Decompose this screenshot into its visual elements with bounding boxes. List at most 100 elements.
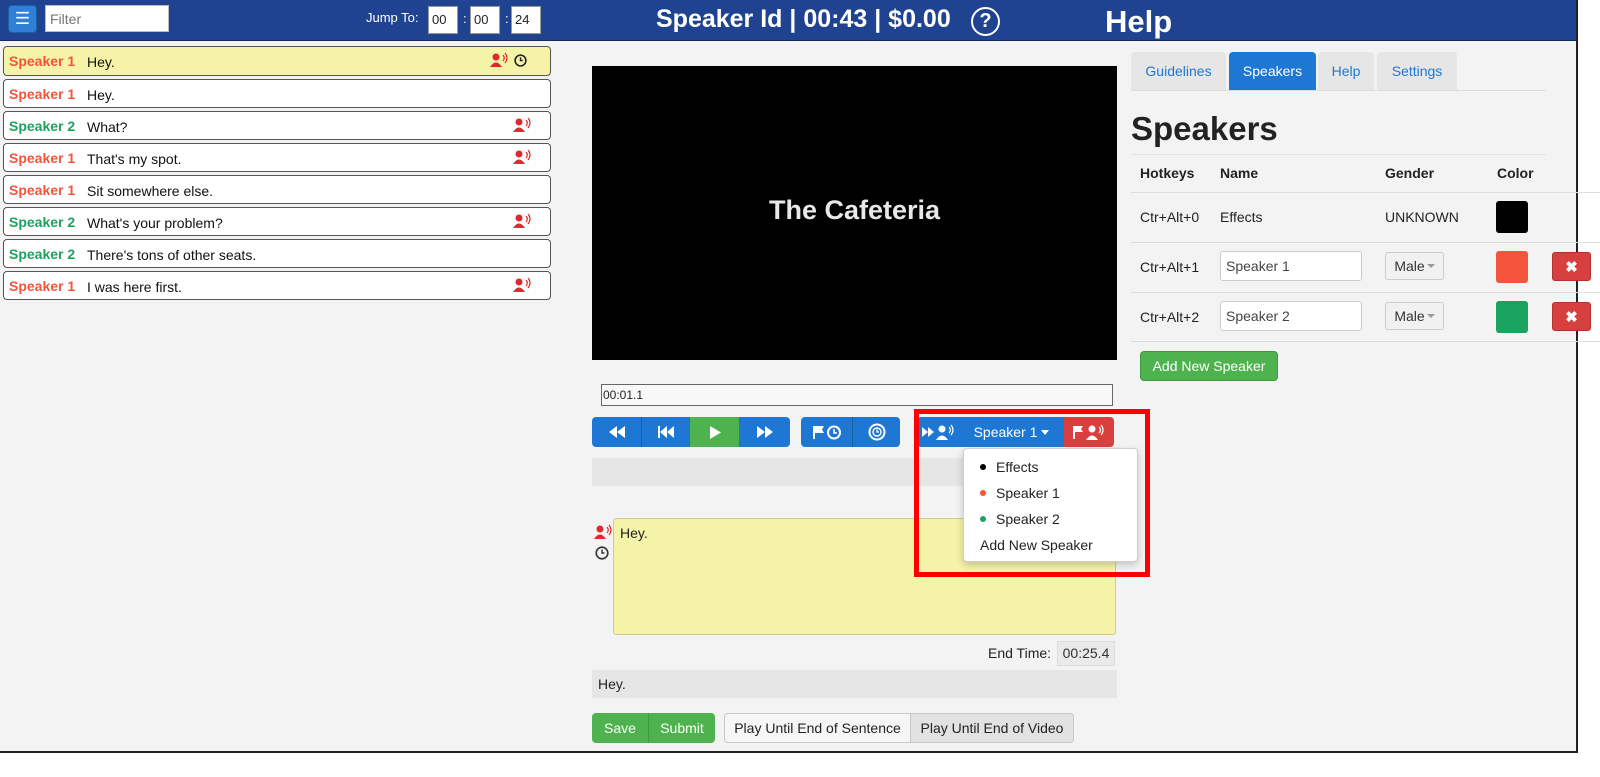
speaker-change-icon — [513, 277, 531, 296]
transcript-segment[interactable]: Speaker 1 Sit somewhere else. — [3, 175, 551, 204]
segment-speaker: Speaker 1 — [9, 182, 76, 198]
delete-speaker-button[interactable]: ✖ — [1552, 302, 1591, 331]
row-divider — [1131, 292, 1600, 293]
segment-speaker: Speaker 2 — [9, 246, 76, 262]
column-header-color: Color — [1497, 165, 1534, 181]
tab-speakers[interactable]: Speakers — [1229, 52, 1316, 90]
filter-input[interactable] — [45, 5, 169, 32]
caret-down-icon — [1426, 314, 1435, 318]
segment-text: What? — [87, 119, 128, 135]
transcript-list: Speaker 1 Hey. Speaker 1 Hey. Speaker 2 What?… — [3, 46, 551, 303]
panel-heading: Speakers — [1131, 110, 1278, 147]
speaker-name-cell: Effects — [1220, 209, 1263, 225]
segment-speaker: Speaker 2 — [9, 214, 76, 230]
video-player[interactable]: The Cafeteria — [592, 66, 1117, 360]
color-swatch[interactable] — [1496, 301, 1528, 333]
menu-button[interactable]: ☰ — [8, 5, 37, 33]
tab-settings[interactable]: Settings — [1377, 52, 1457, 90]
speaker-icon[interactable] — [594, 524, 612, 540]
current-time-field[interactable]: 00:01.1 — [601, 384, 1113, 406]
add-new-speaker-button[interactable]: Add New Speaker — [1140, 351, 1278, 381]
play-until-end-of-video-button[interactable]: Play Until End of Video — [911, 713, 1074, 743]
highlight-box — [914, 409, 1150, 577]
top-bar: ☰ Jump To: 00 : 00 : 24 Speaker Id | 00:… — [0, 0, 1576, 41]
transcript-segment[interactable]: Speaker 1 That's my spot. — [3, 143, 551, 172]
speaker-change-icon — [490, 52, 508, 71]
play-until-end-of-sentence-button[interactable]: Play Until End of Sentence — [724, 713, 911, 743]
hotkey-cell: Ctr+Alt+2 — [1140, 309, 1200, 325]
save-button[interactable]: Save — [592, 713, 648, 743]
segment-text: That's my spot. — [87, 151, 182, 167]
close-icon: ✖ — [1565, 258, 1578, 276]
row-divider — [1131, 192, 1600, 193]
help-link[interactable]: Help — [1105, 4, 1172, 40]
row-divider — [1131, 341, 1600, 342]
jump-separator: : — [505, 11, 509, 26]
transcript-segment[interactable]: Speaker 1 Hey. — [3, 79, 551, 108]
color-swatch[interactable] — [1496, 201, 1528, 233]
segment-speaker: Speaker 1 — [9, 53, 76, 69]
submit-button[interactable]: Submit — [648, 713, 715, 743]
gender-select[interactable]: Male — [1385, 302, 1444, 330]
segment-speaker: Speaker 1 — [9, 150, 76, 166]
transcript-segment[interactable]: Speaker 2 There's tons of other seats. — [3, 239, 551, 268]
caret-down-icon — [1426, 264, 1435, 268]
transcript-segment[interactable]: Speaker 1 Hey. — [3, 46, 551, 76]
segment-speaker: Speaker 1 — [9, 86, 76, 102]
segment-speaker: Speaker 2 — [9, 118, 76, 134]
previous-segment-button[interactable] — [641, 417, 690, 447]
gender-value: Male — [1394, 308, 1425, 324]
flag-clock-icon — [812, 425, 841, 439]
speaker-name-input[interactable]: Speaker 2 — [1220, 301, 1362, 331]
jump-to-label: Jump To: — [366, 10, 419, 25]
end-time-label: End Time: — [988, 645, 1052, 661]
clock-icon[interactable] — [595, 546, 609, 560]
text-preview: Hey. — [592, 670, 1117, 698]
question-icon[interactable]: ? — [971, 7, 1000, 36]
clock-icon — [868, 423, 885, 441]
fast-forward-button[interactable] — [739, 417, 790, 447]
rewind-icon — [608, 426, 625, 438]
rewind-button[interactable] — [592, 417, 641, 447]
segment-text: What's your problem? — [87, 215, 223, 231]
tab-help[interactable]: Help — [1318, 52, 1374, 90]
clock-icon — [514, 54, 527, 70]
page-title: Speaker Id | 00:43 | $0.00 — [656, 5, 951, 33]
row-divider — [1131, 242, 1600, 243]
heading-divider — [1131, 154, 1546, 155]
close-icon: ✖ — [1565, 308, 1578, 326]
gender-select[interactable]: Male — [1385, 252, 1444, 280]
jump-seconds-input[interactable]: 24 — [511, 6, 541, 34]
skip-back-icon — [658, 426, 674, 438]
delete-speaker-button[interactable]: ✖ — [1552, 252, 1591, 281]
end-time-field[interactable]: 00:25.4 — [1057, 641, 1115, 666]
column-header-name: Name — [1220, 165, 1259, 181]
color-swatch[interactable] — [1496, 251, 1528, 283]
play-button[interactable] — [690, 417, 739, 447]
play-icon — [709, 425, 721, 439]
segment-text: Sit somewhere else. — [87, 183, 214, 199]
segment-text: I was here first. — [87, 279, 182, 295]
timestamp-button[interactable] — [852, 417, 900, 447]
transcript-segment[interactable]: Speaker 2 What's your problem? — [3, 207, 551, 236]
hotkey-cell: Ctr+Alt+0 — [1140, 209, 1200, 225]
transcript-segment[interactable]: Speaker 1 I was here first. — [3, 271, 551, 300]
jump-minutes-input[interactable]: 00 — [470, 6, 500, 34]
jump-separator: : — [463, 11, 467, 26]
gender-cell: UNKNOWN — [1385, 209, 1459, 225]
tab-divider — [1131, 90, 1546, 91]
column-header-gender: Gender — [1385, 165, 1435, 181]
mark-start-button[interactable] — [801, 417, 852, 447]
gender-value: Male — [1394, 258, 1425, 274]
segment-text: There's tons of other seats. — [87, 247, 257, 263]
transcript-segment[interactable]: Speaker 2 What? — [3, 111, 551, 140]
tab-guidelines[interactable]: Guidelines — [1131, 52, 1226, 90]
app-frame: ☰ Jump To: 00 : 00 : 24 Speaker Id | 00:… — [0, 0, 1600, 753]
jump-hours-input[interactable]: 00 — [428, 6, 458, 34]
segment-text: Hey. — [87, 54, 115, 70]
speaker-change-icon — [513, 117, 531, 136]
video-title-card: The Cafeteria — [768, 195, 941, 225]
speaker-name-input[interactable]: Speaker 1 — [1220, 251, 1362, 281]
fast-forward-icon — [756, 426, 773, 438]
column-header-hotkeys: Hotkeys — [1140, 165, 1195, 181]
